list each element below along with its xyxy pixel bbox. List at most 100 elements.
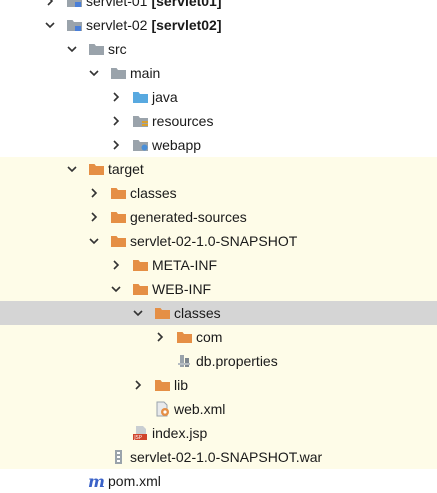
tree-item-label: db.properties	[196, 352, 278, 370]
jsp-file-icon: JSP	[132, 425, 149, 441]
tree-item-com[interactable]: com	[0, 325, 437, 349]
tree-item-text: src	[108, 41, 127, 57]
tree-item-text: classes	[174, 305, 221, 321]
tree-item-label: servlet-01 [servlet01]	[86, 0, 222, 10]
tree-item-text: target	[108, 161, 144, 177]
tree-item-label: META-INF	[152, 256, 217, 274]
chevron-right-icon[interactable]	[110, 91, 122, 103]
chevron-down-icon[interactable]	[132, 307, 144, 319]
tree-item-text: pom.xml	[108, 473, 161, 489]
tree-item-pom-xml[interactable]: m pom.xml	[0, 469, 437, 493]
chevron-right-icon[interactable]	[110, 115, 122, 127]
tree-item-label: lib	[174, 376, 188, 394]
tree-item-servlet-02[interactable]: servlet-02 [servlet02]	[0, 13, 437, 37]
source-folder-icon	[132, 89, 149, 105]
tree-item-text: servlet-01	[86, 0, 148, 9]
tree-item-label: index.jsp	[152, 424, 207, 442]
chevron-right-icon[interactable]	[110, 139, 122, 151]
tree-item-text: servlet-02-1.0-SNAPSHOT.war	[130, 449, 323, 465]
tree-item-main[interactable]: main	[0, 61, 437, 85]
tree-item-label: java	[152, 88, 178, 106]
module-folder-icon	[66, 17, 83, 33]
tree-item-text: com	[196, 329, 223, 345]
chevron-down-icon[interactable]	[66, 163, 78, 175]
tree-item-servlet-02-snapshot[interactable]: servlet-02-1.0-SNAPSHOT	[0, 229, 437, 253]
tree-item-webapp[interactable]: webapp	[0, 133, 437, 157]
excluded-folder-icon	[110, 185, 127, 201]
tree-item-servlet-01[interactable]: servlet-01 [servlet01]	[0, 0, 437, 13]
tree-item-generated-sources[interactable]: generated-sources	[0, 205, 437, 229]
tree-item-label: classes	[130, 184, 177, 202]
chevron-right-icon[interactable]	[132, 379, 144, 391]
tree-item-db-properties[interactable]: db.properties	[0, 349, 437, 373]
tree-item-text: web.xml	[174, 401, 226, 417]
tree-item-text: lib	[174, 377, 189, 393]
tree-item-web-xml[interactable]: web.xml	[0, 397, 437, 421]
project-tree: servlet-01 [servlet01] servlet-02 [servlet0…	[0, 0, 437, 493]
tree-item-label: target	[108, 160, 144, 178]
chevron-right-icon[interactable]	[88, 187, 100, 199]
tree-item-label: WEB-INF	[152, 280, 211, 298]
excluded-folder-icon	[154, 377, 171, 393]
tree-item-text: db.properties	[196, 353, 278, 369]
excluded-folder-icon	[132, 257, 149, 273]
tree-item-resources[interactable]: resources	[0, 109, 437, 133]
tree-item-label: generated-sources	[130, 208, 247, 226]
tree-item-label: servlet-02-1.0-SNAPSHOT.war	[130, 448, 322, 466]
tree-item-label: src	[108, 40, 127, 58]
resources-folder-icon	[132, 113, 149, 129]
module-folder-icon	[66, 0, 83, 9]
svg-text:m: m	[88, 473, 105, 489]
excluded-folder-icon	[176, 329, 193, 345]
tree-item-label: servlet-02 [servlet02]	[86, 16, 222, 34]
tree-item-web-inf-classes[interactable]: classes	[0, 301, 437, 325]
tree-item-src[interactable]: src	[0, 37, 437, 61]
tree-item-text: META-INF	[152, 257, 218, 273]
module-name: [servlet02]	[151, 17, 222, 33]
xml-file-icon	[154, 401, 171, 417]
tree-item-text: webapp	[152, 137, 202, 153]
chevron-right-icon[interactable]	[154, 331, 166, 343]
tree-item-text: classes	[130, 185, 177, 201]
chevron-down-icon[interactable]	[110, 283, 122, 295]
chevron-right-icon[interactable]	[44, 0, 56, 7]
tree-item-text: servlet-02-1.0-SNAPSHOT	[130, 233, 298, 249]
tree-item-label: main	[130, 64, 160, 82]
tree-item-label: com	[196, 328, 222, 346]
chevron-down-icon[interactable]	[88, 235, 100, 247]
tree-item-text: java	[152, 89, 178, 105]
folder-icon	[88, 41, 105, 57]
chevron-down-icon[interactable]	[66, 43, 78, 55]
tree-item-index-jsp[interactable]: JSP index.jsp	[0, 421, 437, 445]
tree-item-label: resources	[152, 112, 213, 130]
tree-item-text: servlet-02	[86, 17, 148, 33]
chevron-down-icon[interactable]	[88, 67, 100, 79]
tree-item-text: generated-sources	[130, 209, 247, 225]
excluded-folder-icon	[132, 281, 149, 297]
properties-file-icon	[176, 353, 193, 369]
tree-item-text: main	[130, 65, 161, 81]
tree-item-label: classes	[174, 304, 221, 322]
tree-item-text: resources	[152, 113, 214, 129]
tree-item-text: index.jsp	[152, 425, 208, 441]
web-folder-icon	[132, 137, 149, 153]
excluded-folder-icon	[110, 233, 127, 249]
chevron-down-icon[interactable]	[44, 19, 56, 31]
excluded-folder-icon	[110, 209, 127, 225]
excluded-folder-icon	[154, 305, 171, 321]
svg-text:JSP: JSP	[133, 435, 142, 441]
folder-icon	[110, 65, 127, 81]
chevron-right-icon[interactable]	[88, 211, 100, 223]
chevron-right-icon[interactable]	[110, 259, 122, 271]
tree-item-lib[interactable]: lib	[0, 373, 437, 397]
tree-item-label: servlet-02-1.0-SNAPSHOT	[130, 232, 297, 250]
module-name: [servlet01]	[151, 0, 222, 9]
tree-item-target[interactable]: target	[0, 157, 437, 181]
tree-item-label: pom.xml	[108, 472, 161, 490]
tree-item-target-classes[interactable]: classes	[0, 181, 437, 205]
tree-item-meta-inf[interactable]: META-INF	[0, 253, 437, 277]
tree-item-java[interactable]: java	[0, 85, 437, 109]
tree-item-web-inf[interactable]: WEB-INF	[0, 277, 437, 301]
tree-item-war-file[interactable]: servlet-02-1.0-SNAPSHOT.war	[0, 445, 437, 469]
tree-item-label: webapp	[152, 136, 201, 154]
